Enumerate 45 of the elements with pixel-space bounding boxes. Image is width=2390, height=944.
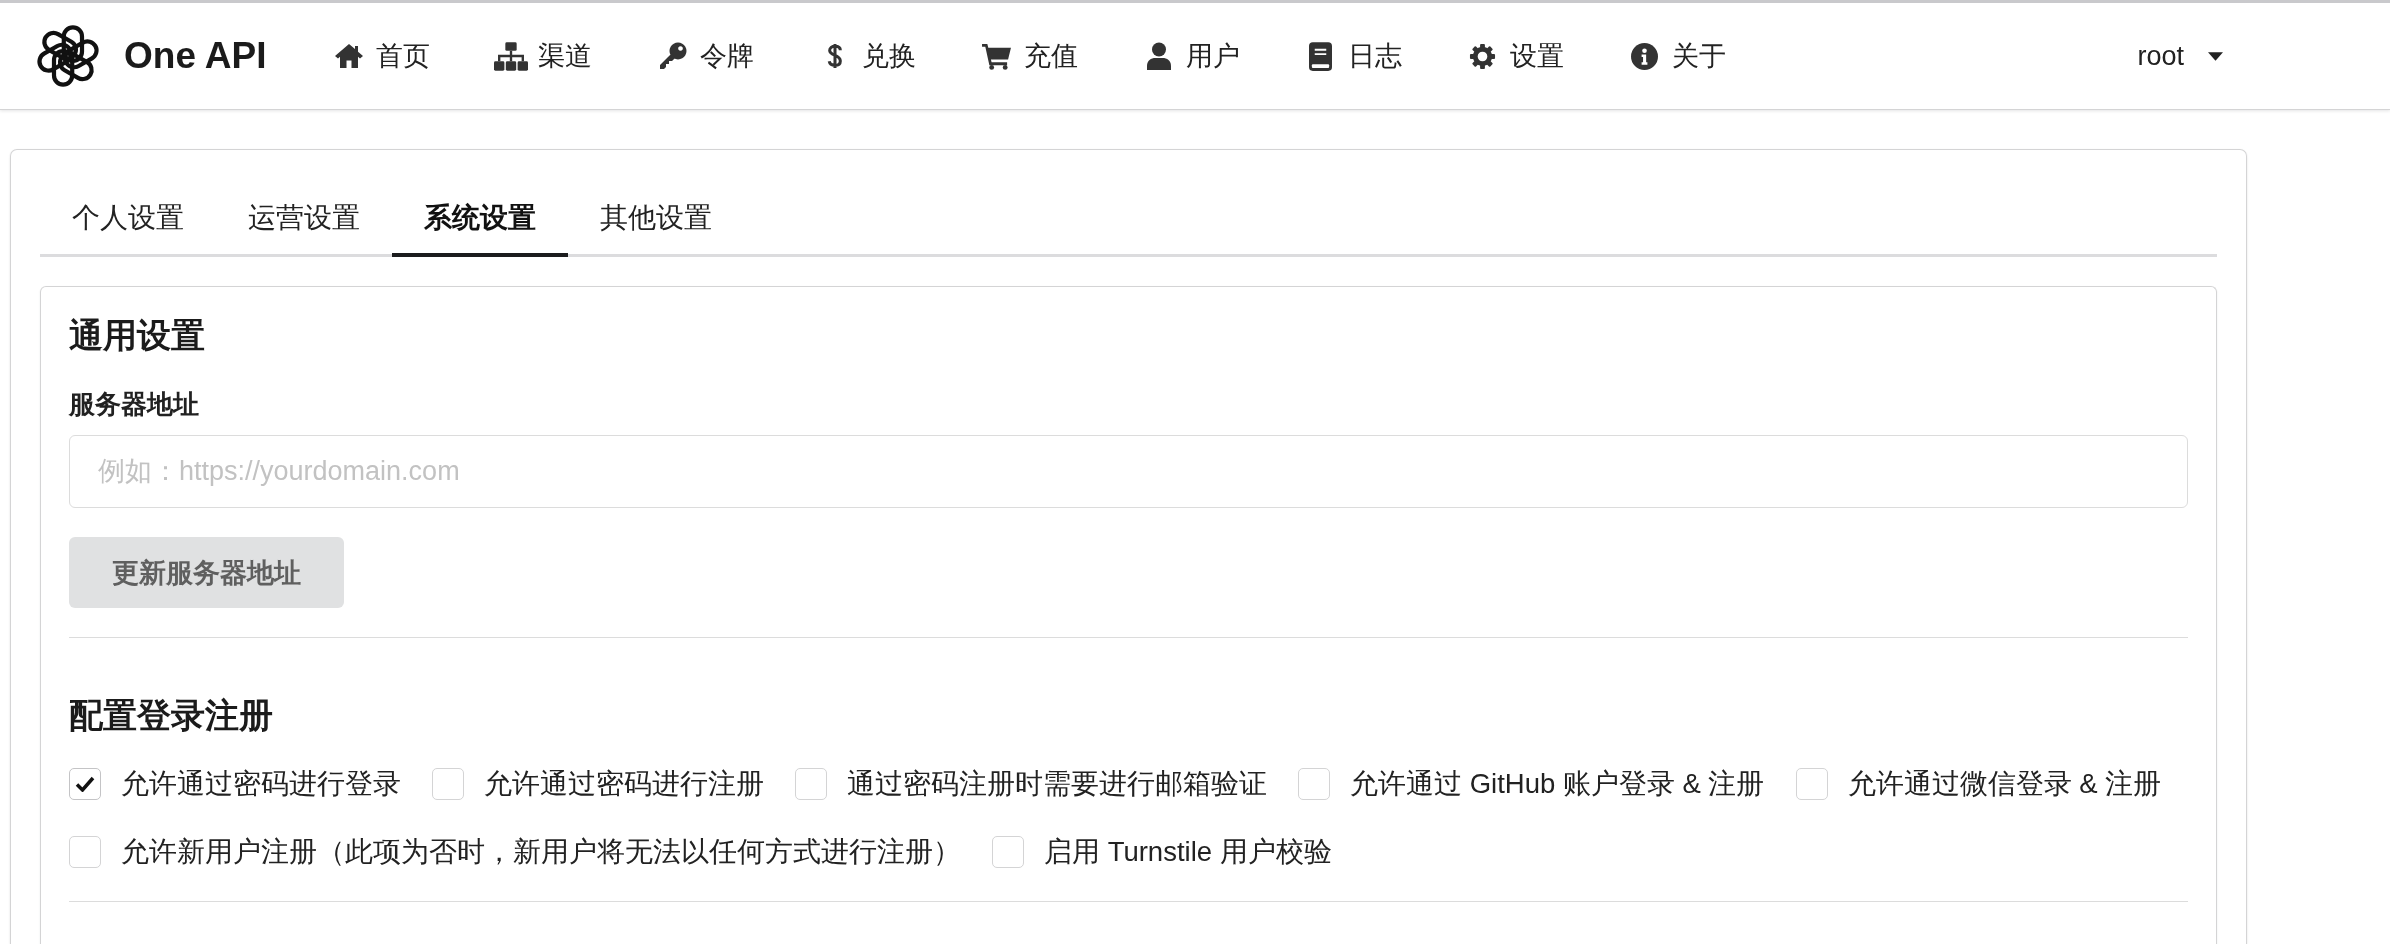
cart-icon: [981, 42, 1013, 70]
nav-link[interactable]: 关于: [1595, 38, 1758, 74]
nav-link[interactable]: 日志: [1271, 38, 1434, 74]
nav-link[interactable]: 充值: [947, 38, 1110, 74]
sitemap-icon: [493, 41, 528, 71]
nav-link[interactable]: 令牌: [623, 38, 786, 74]
field-label: 服务器地址: [69, 389, 199, 420]
checkbox[interactable]: [69, 836, 101, 868]
book-icon: [1309, 41, 1333, 71]
section-title: 配置登录注册: [69, 695, 273, 736]
settings-icon: [1469, 42, 1497, 70]
option-label[interactable]: 允许通过密码进行注册: [484, 767, 764, 801]
tab[interactable]: 其他设置: [568, 181, 744, 257]
option-label[interactable]: 允许新用户注册（此项为否时，新用户将无法以任何方式进行注册）: [121, 835, 961, 869]
option-label[interactable]: 允许通过微信登录 & 注册: [1847, 767, 2162, 801]
caret-icon: [2208, 51, 2223, 61]
checkbox[interactable]: [69, 768, 101, 800]
nav-link[interactable]: 渠道: [461, 38, 624, 74]
submit-button[interactable]: 更新服务器地址: [69, 537, 344, 608]
nav-link[interactable]: 用户: [1109, 38, 1272, 74]
user-menu[interactable]: root: [2113, 40, 2247, 72]
nav-link[interactable]: 首页: [299, 38, 462, 74]
section-title: 通用设置: [69, 315, 205, 356]
checkbox[interactable]: [1795, 768, 1828, 800]
checkbox[interactable]: [992, 836, 1024, 868]
dollar-icon: [826, 42, 843, 70]
nav-link[interactable]: 兑换: [785, 38, 948, 74]
info-icon: [1631, 42, 1659, 70]
option-label[interactable]: 允许通过密码进行登录: [121, 767, 401, 801]
option-label[interactable]: 启用 Turnstile 用户校验: [1044, 835, 1332, 869]
input-field[interactable]: 例如：https://yourdomain.com: [69, 435, 2188, 508]
option-label[interactable]: 通过密码注册时需要进行邮箱验证: [847, 767, 1267, 801]
home-icon: [333, 43, 364, 69]
tab[interactable]: 系统设置: [392, 181, 568, 257]
checkbox[interactable]: [795, 768, 827, 800]
check-icon: [75, 776, 95, 792]
checkbox[interactable]: [432, 768, 464, 800]
option-label[interactable]: 允许通过 GitHub 账户登录 & 注册: [1350, 767, 1765, 801]
brand-link[interactable]: One API: [33, 21, 300, 91]
tab[interactable]: 个人设置: [40, 181, 216, 257]
tab[interactable]: 运营设置: [216, 181, 392, 257]
checkbox[interactable]: [1298, 768, 1330, 800]
nav-link[interactable]: 设置: [1433, 38, 1596, 74]
user-icon: [1145, 42, 1172, 70]
key-icon: [658, 42, 687, 70]
